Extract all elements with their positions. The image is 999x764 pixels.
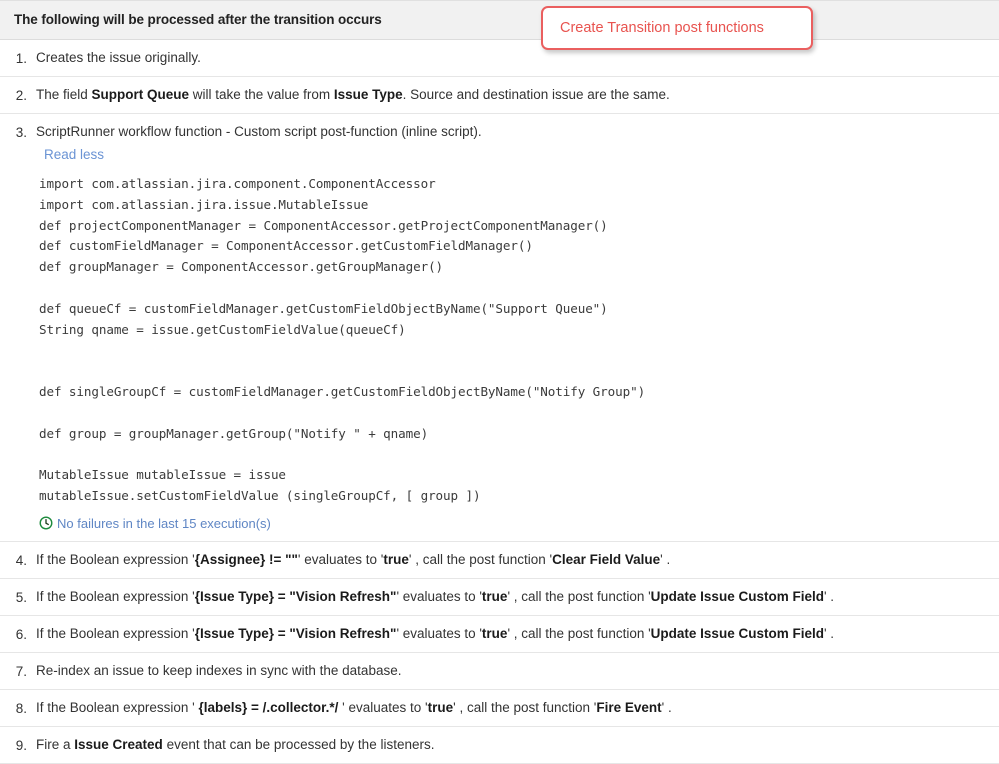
panel-header: The following will be processed after th…	[0, 0, 999, 40]
list-item-number: 3.	[0, 122, 36, 142]
list-item-text: If the Boolean expression '{Assignee} !=…	[36, 550, 985, 569]
page-title: The following will be processed after th…	[14, 12, 382, 27]
list-item-number: 4.	[0, 550, 36, 570]
list-item-text: If the Boolean expression '{Issue Type} …	[36, 587, 985, 606]
inline-script-code: import com.atlassian.jira.component.Comp…	[39, 174, 985, 507]
post-functions-panel: The following will be processed after th…	[0, 0, 999, 764]
list-item: 6. If the Boolean expression '{Issue Typ…	[0, 616, 999, 653]
script-status: No failures in the last 15 execution(s)	[39, 514, 985, 533]
list-item: 7. Re-index an issue to keep indexes in …	[0, 653, 999, 690]
script-status-text: No failures in the last 15 execution(s)	[57, 514, 271, 533]
list-item-number: 5.	[0, 587, 36, 607]
list-item: 5. If the Boolean expression '{Issue Typ…	[0, 579, 999, 616]
read-less-link[interactable]: Read less	[44, 145, 104, 164]
post-function-list: 1. Creates the issue originally. 2. The …	[0, 40, 999, 764]
list-item-text: If the Boolean expression '{Issue Type} …	[36, 624, 985, 643]
list-item-text: The field Support Queue will take the va…	[36, 85, 985, 104]
list-item-text: Fire a Issue Created event that can be p…	[36, 735, 985, 754]
list-item-number: 1.	[0, 48, 36, 68]
list-item-number: 6.	[0, 624, 36, 644]
annotation-callout-label: Create Transition post functions	[560, 20, 764, 36]
list-item-number: 9.	[0, 735, 36, 755]
list-item-text: Creates the issue originally.	[36, 48, 985, 67]
list-item: 1. Creates the issue originally.	[0, 40, 999, 77]
list-item-text: ScriptRunner workflow function - Custom …	[36, 124, 482, 139]
list-item-script-body: ScriptRunner workflow function - Custom …	[36, 122, 985, 533]
list-item-text: Re-index an issue to keep indexes in syn…	[36, 661, 985, 680]
list-item-number: 7.	[0, 661, 36, 681]
list-item: 9. Fire a Issue Created event that can b…	[0, 727, 999, 764]
list-item: 8. If the Boolean expression ' {labels} …	[0, 690, 999, 727]
clock-icon	[39, 516, 53, 530]
list-item-number: 8.	[0, 698, 36, 718]
list-item-number: 2.	[0, 85, 36, 105]
list-item-script: 3. ScriptRunner workflow function - Cust…	[0, 114, 999, 542]
list-item: 2. The field Support Queue will take the…	[0, 77, 999, 114]
list-item: 4. If the Boolean expression '{Assignee}…	[0, 542, 999, 579]
annotation-callout: Create Transition post functions	[541, 6, 813, 50]
